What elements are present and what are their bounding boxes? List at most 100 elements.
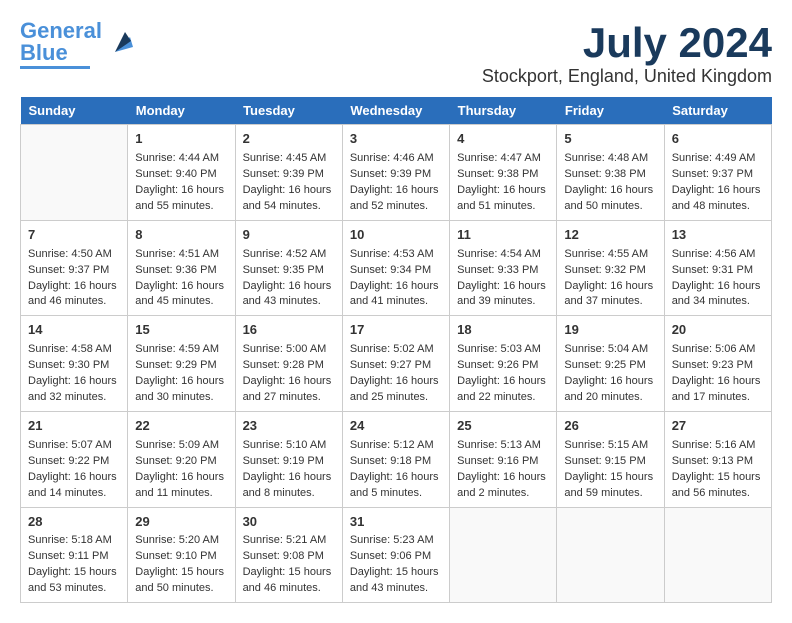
sunrise-text: Sunrise: 5:16 AM	[672, 439, 756, 451]
sunset-text: Sunset: 9:37 PM	[28, 264, 109, 276]
day-number: 11	[457, 226, 549, 245]
calendar-week-row: 7Sunrise: 4:50 AMSunset: 9:37 PMDaylight…	[21, 220, 772, 316]
sunset-text: Sunset: 9:06 PM	[350, 550, 431, 562]
day-number: 23	[243, 417, 335, 436]
sunset-text: Sunset: 9:34 PM	[350, 264, 431, 276]
sunset-text: Sunset: 9:33 PM	[457, 264, 538, 276]
calendar-day-cell: 9Sunrise: 4:52 AMSunset: 9:35 PMDaylight…	[235, 220, 342, 316]
day-number: 1	[135, 130, 227, 149]
daylight-text: Daylight: 16 hours and 50 minutes.	[564, 184, 653, 212]
sunrise-text: Sunrise: 5:18 AM	[28, 534, 112, 546]
daylight-text: Daylight: 15 hours and 56 minutes.	[672, 471, 761, 499]
calendar-day-cell: 26Sunrise: 5:15 AMSunset: 9:15 PMDayligh…	[557, 411, 664, 507]
daylight-text: Daylight: 16 hours and 54 minutes.	[243, 184, 332, 212]
day-number: 15	[135, 321, 227, 340]
daylight-text: Daylight: 15 hours and 46 minutes.	[243, 566, 332, 594]
daylight-text: Daylight: 15 hours and 59 minutes.	[564, 471, 653, 499]
sunrise-text: Sunrise: 5:07 AM	[28, 439, 112, 451]
calendar-header-row: SundayMondayTuesdayWednesdayThursdayFrid…	[21, 97, 772, 125]
sunrise-text: Sunrise: 4:44 AM	[135, 152, 219, 164]
calendar-day-cell: 3Sunrise: 4:46 AMSunset: 9:39 PMDaylight…	[342, 125, 449, 221]
sunset-text: Sunset: 9:15 PM	[564, 455, 645, 467]
daylight-text: Daylight: 16 hours and 52 minutes.	[350, 184, 439, 212]
daylight-text: Daylight: 16 hours and 14 minutes.	[28, 471, 117, 499]
day-number: 5	[564, 130, 656, 149]
calendar-day-cell: 30Sunrise: 5:21 AMSunset: 9:08 PMDayligh…	[235, 507, 342, 603]
calendar-day-cell: 12Sunrise: 4:55 AMSunset: 9:32 PMDayligh…	[557, 220, 664, 316]
day-number: 16	[243, 321, 335, 340]
sunrise-text: Sunrise: 5:12 AM	[350, 439, 434, 451]
calendar-day-cell: 22Sunrise: 5:09 AMSunset: 9:20 PMDayligh…	[128, 411, 235, 507]
sunrise-text: Sunrise: 5:21 AM	[243, 534, 327, 546]
sunset-text: Sunset: 9:26 PM	[457, 359, 538, 371]
day-number: 10	[350, 226, 442, 245]
day-number: 25	[457, 417, 549, 436]
daylight-text: Daylight: 16 hours and 17 minutes.	[672, 375, 761, 403]
calendar-day-cell: 1Sunrise: 4:44 AMSunset: 9:40 PMDaylight…	[128, 125, 235, 221]
daylight-text: Daylight: 16 hours and 30 minutes.	[135, 375, 224, 403]
daylight-text: Daylight: 16 hours and 5 minutes.	[350, 471, 439, 499]
daylight-text: Daylight: 16 hours and 20 minutes.	[564, 375, 653, 403]
sunset-text: Sunset: 9:11 PM	[28, 550, 109, 562]
daylight-text: Daylight: 16 hours and 8 minutes.	[243, 471, 332, 499]
sunrise-text: Sunrise: 4:46 AM	[350, 152, 434, 164]
daylight-text: Daylight: 16 hours and 51 minutes.	[457, 184, 546, 212]
calendar-day-header: Saturday	[664, 97, 771, 125]
day-number: 21	[28, 417, 120, 436]
daylight-text: Daylight: 15 hours and 43 minutes.	[350, 566, 439, 594]
sunset-text: Sunset: 9:25 PM	[564, 359, 645, 371]
sunrise-text: Sunrise: 4:49 AM	[672, 152, 756, 164]
sunrise-text: Sunrise: 4:50 AM	[28, 248, 112, 260]
title-area: July 2024 Stockport, England, United Kin…	[482, 20, 772, 87]
sunrise-text: Sunrise: 4:59 AM	[135, 343, 219, 355]
logo: GeneralBlue	[20, 20, 135, 69]
sunrise-text: Sunrise: 5:20 AM	[135, 534, 219, 546]
sunset-text: Sunset: 9:32 PM	[564, 264, 645, 276]
sunrise-text: Sunrise: 4:58 AM	[28, 343, 112, 355]
daylight-text: Daylight: 16 hours and 32 minutes.	[28, 375, 117, 403]
day-number: 3	[350, 130, 442, 149]
calendar-day-cell: 20Sunrise: 5:06 AMSunset: 9:23 PMDayligh…	[664, 316, 771, 412]
calendar-day-cell	[21, 125, 128, 221]
daylight-text: Daylight: 16 hours and 48 minutes.	[672, 184, 761, 212]
day-number: 9	[243, 226, 335, 245]
day-number: 24	[350, 417, 442, 436]
sunset-text: Sunset: 9:39 PM	[243, 168, 324, 180]
sunset-text: Sunset: 9:19 PM	[243, 455, 324, 467]
sunset-text: Sunset: 9:37 PM	[672, 168, 753, 180]
sunrise-text: Sunrise: 5:02 AM	[350, 343, 434, 355]
logo-underline	[20, 66, 90, 69]
calendar-week-row: 1 Sunrise: 4:44 AM Sunset: 9:40 PM Daylight…	[21, 125, 772, 221]
logo-text: GeneralBlue	[20, 20, 102, 64]
sunset-text: Sunset: 9:38 PM	[457, 168, 538, 180]
calendar-subtitle: Stockport, England, United Kingdom	[482, 66, 772, 87]
day-number: 28	[28, 513, 120, 532]
calendar-day-cell	[450, 507, 557, 603]
calendar-day-cell: 18Sunrise: 5:03 AMSunset: 9:26 PMDayligh…	[450, 316, 557, 412]
daylight-text: Daylight: 16 hours and 2 minutes.	[457, 471, 546, 499]
sunset-text: Sunset: 9:35 PM	[243, 264, 324, 276]
sunset-text: Sunset: 9:38 PM	[564, 168, 645, 180]
daylight-text: Daylight: 16 hours and 41 minutes.	[350, 280, 439, 308]
day-number: 29	[135, 513, 227, 532]
sunrise-text: Sunrise: 5:06 AM	[672, 343, 756, 355]
daylight-text: Daylight: 16 hours and 25 minutes.	[350, 375, 439, 403]
sunrise-text: Sunrise: 5:00 AM	[243, 343, 327, 355]
calendar-day-cell: 21 Sunrise: 5:07 AM Sunset: 9:22 PM Dayligh…	[21, 411, 128, 507]
day-number: 13	[672, 226, 764, 245]
calendar-day-cell: 8Sunrise: 4:51 AMSunset: 9:36 PMDaylight…	[128, 220, 235, 316]
sunset-text: Sunset: 9:40 PM	[135, 168, 216, 180]
daylight-text: Daylight: 16 hours and 46 minutes.	[28, 280, 117, 308]
calendar-day-cell: 14Sunrise: 4:58 AMSunset: 9:30 PMDayligh…	[21, 316, 128, 412]
sunset-text: Sunset: 9:23 PM	[672, 359, 753, 371]
sunrise-text: Sunrise: 5:15 AM	[564, 439, 648, 451]
calendar-day-cell: 11Sunrise: 4:54 AMSunset: 9:33 PMDayligh…	[450, 220, 557, 316]
day-number: 4	[457, 130, 549, 149]
day-number: 31	[350, 513, 442, 532]
calendar-table: SundayMondayTuesdayWednesdayThursdayFrid…	[20, 97, 772, 603]
day-number: 19	[564, 321, 656, 340]
sunset-text: Sunset: 9:22 PM	[28, 455, 109, 467]
daylight-text: Daylight: 16 hours and 37 minutes.	[564, 280, 653, 308]
calendar-day-cell: 27Sunrise: 5:16 AMSunset: 9:13 PMDayligh…	[664, 411, 771, 507]
sunrise-text: Sunrise: 4:56 AM	[672, 248, 756, 260]
